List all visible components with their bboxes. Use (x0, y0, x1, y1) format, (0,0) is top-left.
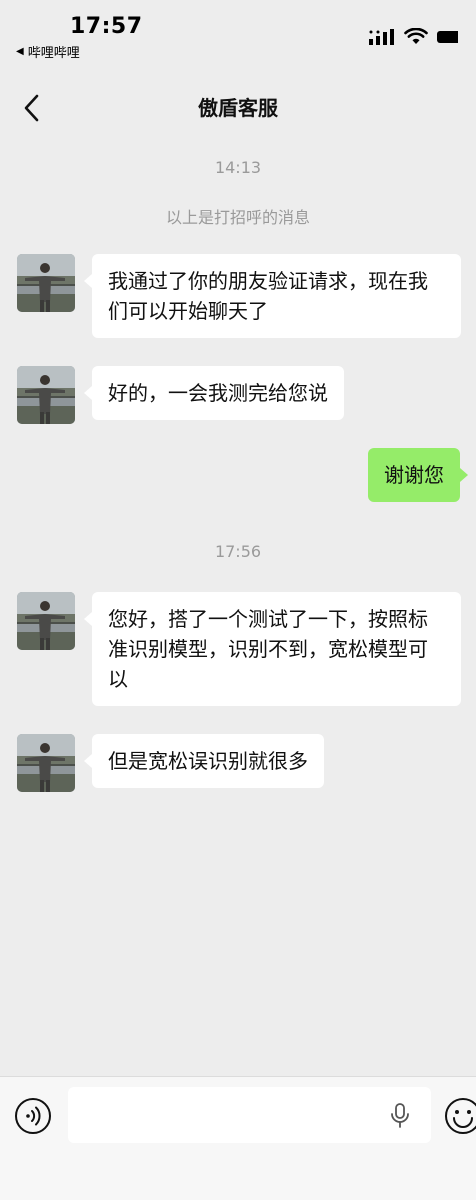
message-bubble[interactable]: 好的，一会我测完给您说 (84, 366, 344, 420)
message-input[interactable] (68, 1087, 431, 1143)
mic-icon (391, 1103, 409, 1128)
back-to-app-link[interactable]: ◀ 哔哩哔哩 (16, 42, 80, 61)
emoji-button[interactable] (444, 1097, 476, 1135)
timestamp: 14:13 (214, 158, 262, 177)
status-bar: 17:57 ◀ 哔哩哔哩 (0, 0, 476, 70)
status-time: 17:57 (70, 14, 143, 39)
system-message: 以上是打招呼的消息 (165, 208, 310, 227)
avatar[interactable] (17, 366, 75, 424)
timestamp: 17:56 (214, 542, 262, 561)
avatar-image (17, 734, 75, 792)
back-app-label: 哔哩哔哩 (27, 46, 80, 61)
avatar-image (17, 366, 75, 424)
wifi-icon (404, 28, 428, 44)
back-triangle-icon: ◀ (16, 46, 24, 57)
voice-button[interactable] (14, 1097, 52, 1135)
battery-icon (437, 31, 458, 43)
input-bar (0, 1076, 476, 1200)
avatar-image (17, 592, 75, 650)
status-icons (368, 28, 458, 46)
emoji-icon (445, 1098, 476, 1134)
avatar[interactable] (17, 254, 75, 312)
cellular-signal-icon (369, 29, 394, 45)
page-title: 傲盾客服 (198, 96, 278, 120)
chat-area[interactable]: 14:13 以上是打招呼的消息 我通过了你的朋友验证请求，现在我们可以开始聊天了 (0, 142, 476, 1072)
message-bubble[interactable]: 您好，搭了一个测试了一下，按照标准识别模型，识别不到，宽松模型可以 (84, 592, 461, 706)
avatar-image (17, 254, 75, 312)
voice-icon (15, 1098, 51, 1134)
message-bubble-self[interactable]: 谢谢您 (368, 448, 468, 502)
avatar[interactable] (17, 734, 75, 792)
nav-bar: 傲盾客服 (0, 72, 476, 142)
message-bubble[interactable]: 我通过了你的朋友验证请求，现在我们可以开始聊天了 (84, 254, 461, 338)
message-bubble[interactable]: 但是宽松误识别就很多 (84, 734, 324, 788)
mic-button[interactable] (388, 1103, 412, 1129)
chat-screen: 17:57 ◀ 哔哩哔哩 傲盾客服 14:13 以上是打招呼的消息 我通过了你的… (0, 0, 476, 1200)
avatar[interactable] (17, 592, 75, 650)
